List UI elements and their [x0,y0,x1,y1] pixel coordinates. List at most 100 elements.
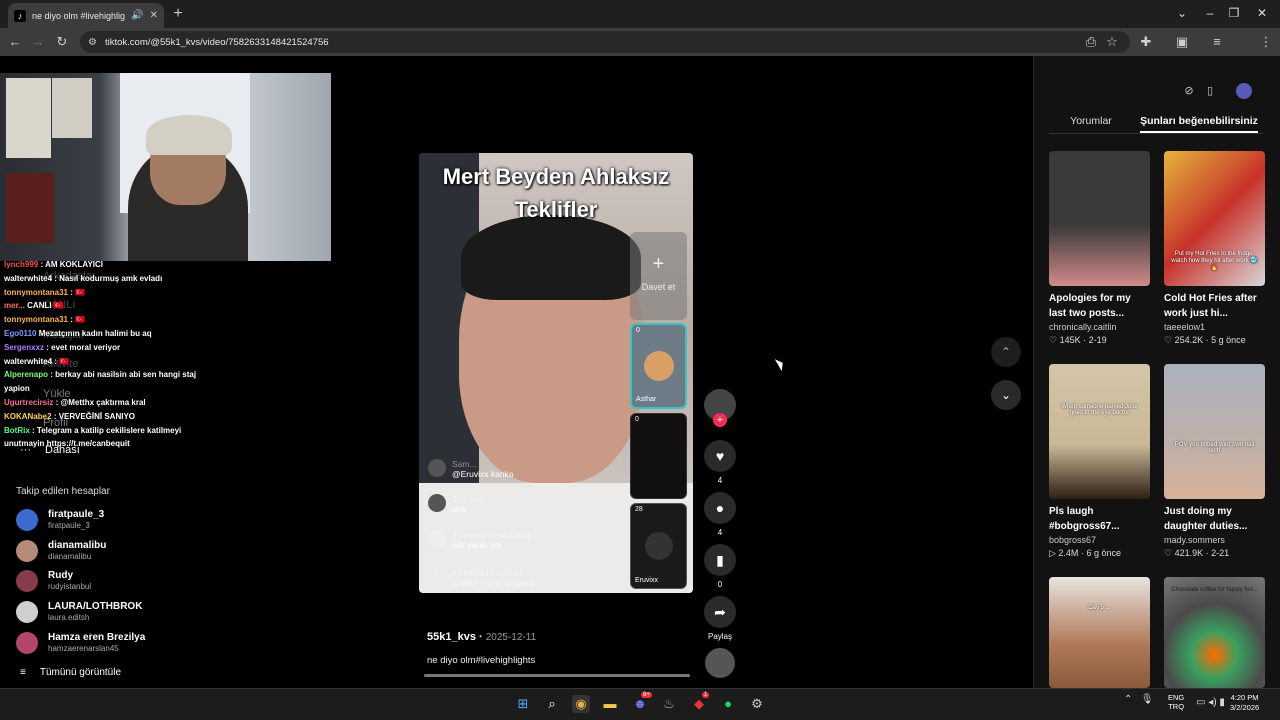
system-tray[interactable]: ⌃ 🎙 [1124,694,1153,705]
follow-plus-icon[interactable]: + [713,413,727,427]
browser-menu-icon[interactable]: ⋮ [1258,34,1274,50]
language-bottom: TRQ [1168,702,1185,711]
live-comment: Sam... @Eruvixx kanka [428,459,514,479]
stream-chat-overlay: lynch999 : AM KOKLAYICI walterwhite4 : Na… [4,258,219,451]
avatar [428,494,446,512]
maximize-icon[interactable]: ❐ [1226,6,1242,20]
chat-message: Ego0110 Mezatçının kadın halimi bu aq [4,327,219,341]
network-volume-icons[interactable]: ▭ ◂) ▮ [1196,697,1225,708]
explore-icon[interactable]: ⊘ [1182,84,1196,98]
install-icon[interactable]: ⎙ [1083,34,1099,50]
following-title: Takip edilen hesaplar [16,486,110,497]
avatar [16,601,38,623]
spotify-icon[interactable]: ● [719,695,737,713]
chat-message: KOKANabe2 : VERVEĞİNİ SANIYO [4,410,219,424]
invite-guest-card[interactable]: + Davet et [630,232,687,320]
thumbnail-caption: Day 5 ... [1088,605,1111,611]
avatar [428,459,446,477]
chat-username: tonnymontana31 [4,315,69,325]
settings-icon[interactable]: ⚙ [748,695,766,713]
bookmark-icon: ▮ [704,544,736,576]
sound-avatar-button[interactable] [704,648,736,678]
steam-icon[interactable]: ♨ [660,695,678,713]
author-name[interactable]: 55k1_kvs [427,631,476,643]
tab-audio-icon[interactable]: 🔊 [131,10,143,21]
creator-avatar-button[interactable]: + [704,389,736,427]
tiktok-favicon-icon: ♪ [14,9,26,22]
taskbar-clock[interactable]: 4:20 PM 3/2/2026 [1230,693,1259,713]
address-bar[interactable]: ⚙ tiktok.com/@55k1_kvs/video/75826331484… [80,31,1130,53]
recommended-video-card[interactable]: Day 5 ... [1049,577,1150,688]
following-account[interactable]: Rudy rudyistanbul [16,570,91,592]
guest-card[interactable]: 0 Asthar [630,323,687,409]
recommended-video-card[interactable]: POV you bribed your own nail tech Just d… [1164,364,1265,559]
file-explorer-icon[interactable]: ▬ [601,695,619,713]
guest-card[interactable]: 0 [630,413,687,499]
recommended-video-card[interactable]: Chocolate coffee for happy fun... [1164,577,1265,688]
thumbnail-caption: Chocolate coffee for happy fun... [1171,587,1258,593]
guest-card[interactable]: 28 Eruvixx [630,503,687,589]
search-icon[interactable]: ⌕ [543,695,561,713]
browser-tab[interactable]: ♪ ne diyo olm #livehighlights 🔊 ✕ [8,3,164,28]
recommended-video-card[interactable]: Put my Hot Fries in the fridge, watch ho… [1164,151,1265,346]
start-icon[interactable]: ⊞ [514,695,532,713]
recommended-video-card[interactable]: When someone named Jose goes to the eye … [1049,364,1150,559]
language-indicator[interactable]: ENG TRQ [1168,693,1184,711]
chat-text: : 🇹🇷 [54,356,70,366]
video-thumbnail: When someone named Jose goes to the eye … [1049,364,1150,499]
bookmark-star-icon[interactable]: ☆ [1104,34,1120,50]
tab-search-icon[interactable]: ⌄ [1174,6,1190,20]
guest-name: Eruvixx [635,577,658,584]
microphone-icon[interactable]: 🎙 [1141,694,1154,705]
following-account[interactable]: firatpaule_3 firatpaule_3 [16,509,104,531]
recommended-video-card[interactable]: Apologies for my last two posts... chron… [1049,151,1150,346]
chat-message: Sergenxxz : evet moral veriyor [4,341,219,355]
video-progress-bar[interactable] [424,674,690,677]
following-account[interactable]: dianamalibu dianamalibu [16,540,106,562]
next-video-button[interactable]: ⌄ [991,380,1021,410]
comment-text: oha [452,504,467,514]
profile-avatar-icon[interactable] [1236,83,1252,99]
tab-you-may-like[interactable]: Şunları beğenebilirsiniz [1140,115,1258,127]
device-icon[interactable]: ▯ [1203,84,1217,98]
minimize-icon[interactable]: – [1202,6,1218,20]
comment-button[interactable]: ● 4 [704,492,736,537]
media-icon[interactable]: ▣ [1174,34,1190,50]
chat-text: : @Metthx çaktırma kral [55,397,146,407]
reading-mode-icon[interactable]: ≡ [1209,34,1225,50]
card-likes: 145K [1059,335,1081,345]
new-tab-button[interactable]: + [170,5,186,23]
forward-icon[interactable]: → [30,34,46,50]
reload-icon[interactable]: ↻ [54,34,70,50]
comment-user: Sam... [452,459,477,469]
window-close-icon[interactable]: ✕ [1254,6,1270,20]
following-account[interactable]: Hamza eren Brezilya hamzaerenarslan45 [16,632,145,654]
play-icon: ▷ [1049,548,1059,558]
chat-text: : AM KOKLAYICI [40,260,104,269]
back-icon[interactable]: ← [7,34,23,50]
tab-comments[interactable]: Yorumlar [1049,115,1133,127]
url-text[interactable]: tiktok.com/@55k1_kvs/video/7582633148421… [105,37,329,48]
save-button[interactable]: ▮ 0 [704,544,736,589]
see-all-following[interactable]: ≡ Tümünü görüntüle [20,667,121,678]
extensions-icon[interactable]: ✚ [1138,34,1154,50]
chrome-icon[interactable]: ◉ [572,695,590,713]
like-button[interactable]: ♥ 4 [704,440,736,485]
chat-text: : 🇹🇷 [70,287,86,297]
wall-poster [6,173,54,243]
card-likes: 421.9K [1174,548,1204,558]
tab-close-icon[interactable]: ✕ [150,10,158,21]
card-title: Just doing my daughter duties... [1164,506,1248,532]
previous-video-button[interactable]: ⌃ [991,337,1021,367]
comment-icon: ● [704,492,736,524]
share-button[interactable]: ➦ Paylaş [704,596,736,641]
following-account[interactable]: LAURA/LOTHBROK laura.editsh [16,601,142,623]
chat-username: Ego0110 [4,328,37,338]
thumbnail-caption: When someone named Jose goes to the eye … [1061,404,1138,416]
video-author[interactable]: 55k1_kvs · 2025-12-11 [427,631,536,643]
site-info-icon[interactable]: ⚙ [88,37,97,48]
live-comment: 8 somnamesmasked çok yankı var [428,530,530,550]
account-name: firatpaule_3 [48,509,105,520]
chat-username: BotRix [4,425,30,435]
share-icon: ➦ [704,596,736,628]
